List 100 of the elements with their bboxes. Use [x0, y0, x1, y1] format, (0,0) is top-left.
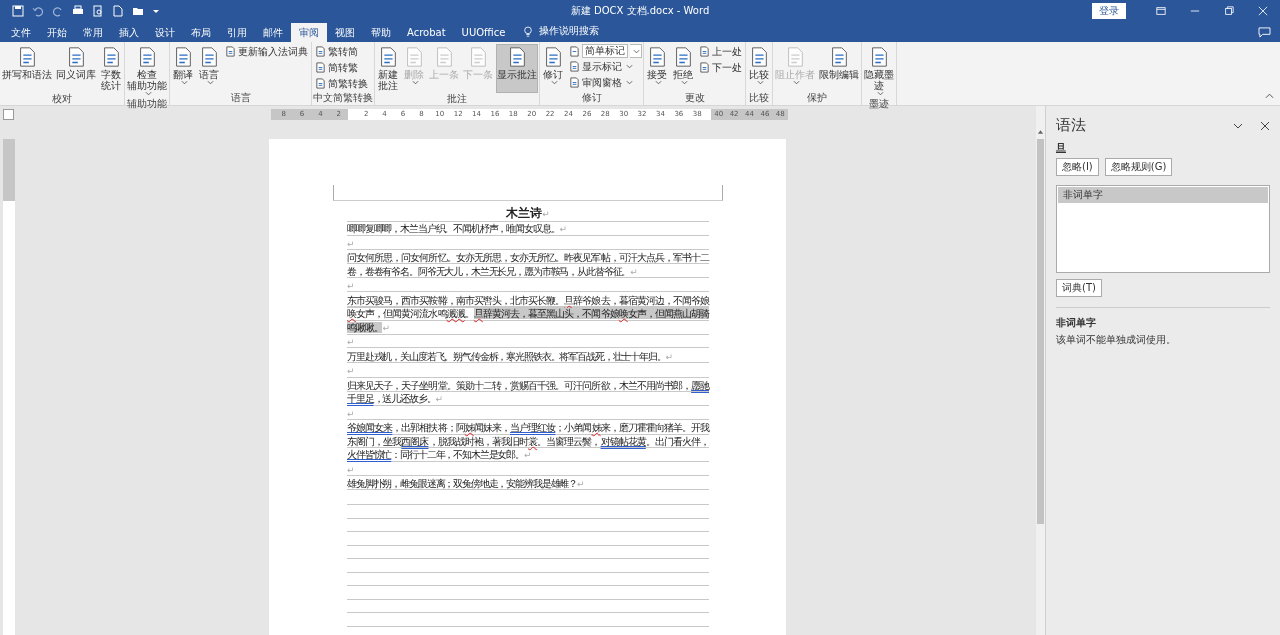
close-icon[interactable] — [1260, 120, 1270, 131]
caret-icon — [876, 91, 884, 96]
undo-icon[interactable] — [32, 4, 44, 17]
ribbon-button[interactable]: 更新输入法词典 — [223, 44, 310, 59]
caret-icon — [206, 80, 214, 85]
pane-title: 语法 — [1056, 116, 1086, 135]
group-label: 修订 — [580, 92, 603, 105]
ribbon-button[interactable]: 同义词库 — [55, 44, 97, 93]
group-label: 校对 — [51, 93, 73, 106]
collapse-ribbon-icon[interactable] — [1265, 93, 1274, 99]
ribbon-button[interactable]: 限制编辑 — [818, 44, 860, 92]
ribbon-button[interactable]: 语言 — [197, 44, 221, 92]
ribbon-tab[interactable]: 插入 — [111, 23, 147, 42]
login-button[interactable]: 登录 — [1092, 2, 1126, 19]
ribbon-button[interactable]: 比较 — [747, 44, 771, 92]
printer-icon[interactable] — [72, 4, 84, 17]
document-icon — [699, 46, 710, 57]
ribbon-tab[interactable]: 视图 — [327, 23, 363, 42]
ribbon-tab[interactable]: 常用 — [75, 23, 111, 42]
suggestion-item[interactable]: 非词单字 — [1058, 187, 1268, 203]
flagged-word: 旦 — [1056, 141, 1066, 155]
save-icon[interactable] — [12, 4, 24, 17]
paragraph-text: 东市买骏马，西市买鞍鞯，南市买辔头，北市买长鞭。旦辞爷娘去，暮宿黄河边，不闻爷娘 唤女声，但闻黄河流水鸣溅溅。旦辞黄河去，暮至黑山头，不闻爷娘唤女声，但闻燕山胡骑鸣啾啾。↵ — [347, 293, 709, 335]
ignore-button[interactable]: 忽略(I) — [1056, 158, 1099, 176]
caret-icon — [144, 91, 152, 96]
paragraph-text: 归来见天子，天子坐明堂。策勋十二转，赏赐百千强。可汗问所欲，木兰不用尚书郎，愿驰千里足，送儿还故乡。↵ — [347, 378, 709, 407]
window-title: 新建 DOCX 文档.docx - Word — [570, 3, 710, 18]
group-label: 批注 — [446, 93, 468, 106]
paragraph-text: 雄兔脚扑朔，雌兔眼迷离；双兔傍地走，安能辨我是雄雌？↵ — [347, 477, 709, 492]
ribbon-button[interactable]: 隐藏墨 迹 — [863, 44, 895, 98]
ribbon-button[interactable]: 修订 — [541, 44, 565, 92]
explanation-title: 非词单字 — [1056, 316, 1096, 330]
ribbon-tab[interactable]: 帮助 — [363, 23, 399, 42]
redo-icon[interactable] — [52, 4, 64, 17]
ribbon-tab[interactable]: 引用 — [219, 23, 255, 42]
ribbon-button[interactable]: 显示批注 — [496, 44, 538, 93]
new-document-icon[interactable] — [112, 4, 124, 17]
ribbon-button[interactable]: 翻译 — [171, 44, 195, 92]
document-title: 木兰诗↵ — [347, 205, 709, 222]
caret-icon — [411, 80, 419, 85]
tab-selector[interactable] — [3, 109, 14, 120]
caret-icon — [626, 80, 633, 85]
ribbon-button[interactable]: 拼写和语法 — [1, 44, 53, 93]
caret-icon — [680, 80, 688, 85]
paragraph-text: 爷娘闻女来，出郭相扶将；阿姊闻妹来，当户理红妆；小弟闻姊来，磨刀霍霍向猪羊。开我东阁门，坐我西阁床，脱我战时袍，著我旧时裳。当窗理云鬓，对镜帖花黄。出门看火伴， 火伴皆惊忙：同行十二年，不知木兰是女郎。↵ — [347, 421, 709, 463]
group-label: 墨迹 — [868, 98, 890, 111]
caret-icon — [626, 64, 633, 69]
ribbon-button[interactable]: 接受 — [645, 44, 669, 92]
caret-icon — [633, 48, 640, 54]
group-label: 语言 — [229, 92, 252, 105]
ribbon-tab[interactable]: 设计 — [147, 23, 183, 42]
comment-icon[interactable] — [1258, 27, 1271, 38]
ribbon-tab[interactable]: UUOffice — [453, 23, 514, 42]
explanation-text: 该单词不能单独成词使用。 — [1056, 333, 1176, 347]
lightbulb-icon — [523, 26, 534, 38]
paragraph-text: 问女何所思，问女何所忆。女亦无所思，女亦无所忆。昨夜见军帖，可汗大点兵，军书十二卷，卷卷有爷名。阿爷无大儿，木兰无长兄，愿为市鞍马，从此替爷征。↵ — [347, 251, 709, 279]
document-icon — [315, 46, 326, 57]
document-icon — [315, 78, 326, 89]
ribbon-button[interactable]: 上一处 — [697, 44, 744, 59]
paragraph-text: 唧唧复唧唧，木兰当户织。不闻机杼声，唯闻女叹息。↵ — [347, 222, 709, 237]
ribbon-button[interactable]: 繁转简 — [313, 44, 370, 59]
ribbon-tab[interactable]: 布局 — [183, 23, 219, 42]
caret-icon — [756, 80, 764, 85]
ribbon-tab[interactable]: 文件 — [3, 23, 39, 42]
document-icon — [315, 62, 326, 73]
ribbon-button[interactable]: 显示标记 — [567, 59, 642, 74]
document-icon — [699, 62, 710, 73]
restore-icon[interactable] — [1224, 5, 1234, 16]
scroll-up-icon[interactable] — [1037, 129, 1044, 135]
ribbon-tab[interactable]: Acrobat — [399, 23, 454, 42]
print-preview-icon[interactable] — [92, 4, 104, 17]
group-label: 保护 — [806, 92, 828, 105]
document-icon — [225, 46, 236, 57]
tell-me-search[interactable]: 操作说明搜索 — [539, 24, 600, 38]
ribbon-button[interactable]: 拒绝 — [671, 44, 695, 92]
group-label: 辅助功能 — [126, 98, 168, 111]
caret-icon — [654, 80, 662, 85]
dictionary-button[interactable]: 词典(T) — [1056, 279, 1102, 297]
ribbon-tab[interactable]: 审阅 — [291, 23, 327, 42]
ribbon-display-icon[interactable] — [1156, 5, 1166, 16]
ribbon-button[interactable]: 下一处 — [697, 60, 744, 75]
caret-icon — [550, 80, 558, 85]
ribbon-button[interactable]: 检查 辅助功能 — [126, 44, 168, 98]
ribbon-button[interactable]: 审阅窗格 — [567, 75, 642, 90]
ribbon-tab[interactable]: 开始 — [39, 23, 75, 42]
caret-icon — [180, 80, 188, 85]
ribbon-button[interactable]: 简繁转换 — [313, 76, 370, 91]
document-icon — [569, 61, 580, 72]
group-label: 比较 — [748, 92, 770, 105]
document-icon — [569, 45, 580, 57]
ribbon-tab[interactable]: 邮件 — [255, 23, 291, 42]
vertical-scrollbar[interactable] — [1036, 106, 1045, 635]
caret-icon — [792, 80, 800, 85]
document-icon — [569, 77, 580, 88]
ribbon-button[interactable]: 简转繁 — [313, 60, 370, 75]
group-label: 更改 — [683, 92, 706, 105]
paragraph-text: 万里赴戎机，关山度若飞。朔气传金柝，寒光照铁衣。将军百战死，壮士十年归。↵ — [347, 349, 709, 364]
ribbon-button[interactable]: 新建 批注 — [376, 44, 400, 93]
ignore-button[interactable]: 忽略规则(G) — [1104, 158, 1173, 176]
ribbon-button[interactable]: 字数 统计 — [99, 44, 123, 93]
